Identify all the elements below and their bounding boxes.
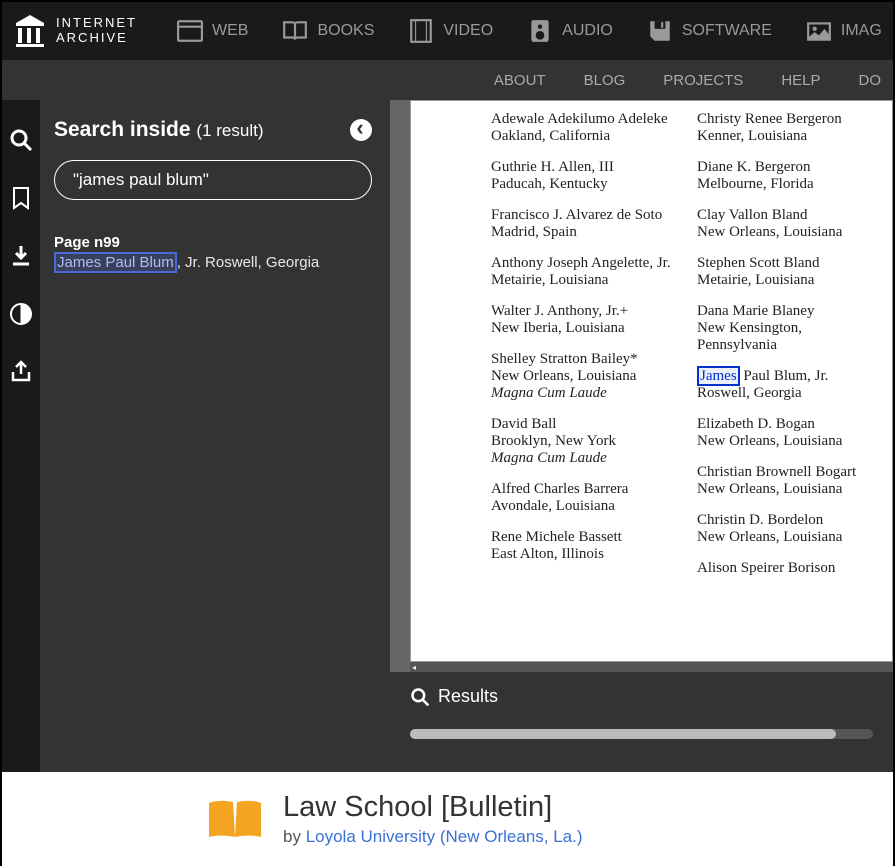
secnav-blog[interactable]: BLOG	[584, 72, 626, 89]
logo[interactable]: INTERNET ARCHIVE	[14, 13, 137, 49]
result-snippet: James Paul Blum, Jr. Roswell, Georgia	[54, 254, 372, 271]
results-bar: Results	[390, 672, 893, 772]
logo-text-2: ARCHIVE	[56, 31, 137, 46]
software-icon	[647, 18, 673, 44]
nav-video[interactable]: VIDEO	[408, 18, 493, 44]
panel-title: Search inside (1 result)	[54, 118, 263, 142]
search-panel: Search inside (1 result) Page n99 James …	[40, 100, 390, 772]
author-link[interactable]: Loyola University (New Orleans, La.)	[306, 827, 583, 846]
video-icon	[408, 18, 434, 44]
book-title: Law School [Bulletin]	[283, 791, 583, 824]
secondary-nav: ABOUT BLOG PROJECTS HELP DO	[2, 60, 893, 100]
nav-software[interactable]: SOFTWARE	[647, 18, 772, 44]
search-result[interactable]: Page n99 James Paul Blum, Jr. Roswell, G…	[54, 234, 372, 271]
page-highlight: James	[697, 366, 740, 386]
results-label: Results	[438, 686, 498, 707]
books-icon	[282, 18, 308, 44]
nav-items: WEB BOOKS VIDEO AUDIO SOFTWARE IMAG	[177, 18, 882, 44]
sidebar-rail	[2, 100, 40, 772]
result-highlight: James Paul Blum	[54, 252, 177, 273]
result-page-label: Page n99	[54, 234, 372, 251]
nav-web[interactable]: WEB	[177, 18, 248, 44]
page-column-1: Adewale Adekilumo AdelekeOakland, Califo…	[411, 111, 687, 651]
horizontal-scrollbar[interactable]	[410, 662, 893, 672]
main: Search inside (1 result) Page n99 James …	[2, 100, 893, 772]
web-icon	[177, 18, 203, 44]
result-count: (1 result)	[196, 121, 263, 140]
audio-icon	[527, 18, 553, 44]
secnav-help[interactable]: HELP	[781, 72, 820, 89]
footer: Law School [Bulletin] by Loyola Universi…	[2, 772, 893, 866]
secnav-projects[interactable]: PROJECTS	[663, 72, 743, 89]
results-scrollbar-handle[interactable]	[410, 729, 836, 739]
book-viewer: Adewale Adekilumo AdelekeOakland, Califo…	[390, 100, 893, 772]
share-icon[interactable]	[9, 360, 33, 384]
page-column-2: Christy Renee BergeronKenner, Louisiana …	[687, 111, 892, 651]
search-icon[interactable]	[9, 128, 33, 152]
search-input[interactable]	[54, 160, 372, 200]
bookmark-icon[interactable]	[9, 186, 33, 210]
results-search-icon	[410, 687, 430, 707]
secnav-about[interactable]: ABOUT	[494, 72, 546, 89]
close-panel-button[interactable]	[350, 119, 372, 141]
download-icon[interactable]	[9, 244, 33, 268]
secnav-donate[interactable]: DO	[859, 72, 882, 89]
top-nav: INTERNET ARCHIVE WEB BOOKS VIDEO AUDIO S…	[2, 2, 893, 60]
archive-logo-icon	[14, 13, 46, 49]
nav-images[interactable]: IMAG	[806, 18, 882, 44]
nav-audio[interactable]: AUDIO	[527, 18, 613, 44]
results-scrollbar[interactable]	[410, 729, 873, 739]
book-author: by Loyola University (New Orleans, La.)	[283, 827, 583, 847]
nav-books[interactable]: BOOKS	[282, 18, 374, 44]
logo-text-1: INTERNET	[56, 16, 137, 31]
images-icon	[806, 18, 832, 44]
book-icon	[207, 799, 263, 839]
book-page[interactable]: Adewale Adekilumo AdelekeOakland, Califo…	[410, 100, 893, 662]
contrast-icon[interactable]	[9, 302, 33, 326]
